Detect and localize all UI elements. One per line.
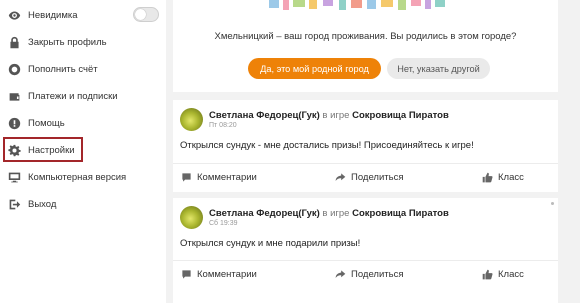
confirm-hometown-button[interactable]: Да, это мой родной город [248,58,381,79]
sidebar-item-label: Пополнить счёт [28,63,98,75]
settings-highlight-box [3,137,83,162]
game-link[interactable]: Сокровища Пиратов [352,208,449,219]
share-button[interactable]: Поделиться [335,269,403,280]
share-label: Поделиться [351,172,404,183]
sidebar-item-top-up[interactable]: Пополнить счёт [0,57,166,81]
author-link[interactable]: Светлана Федорец(Гук) [209,110,320,121]
comments-button[interactable]: Комментарии [181,172,257,183]
share-icon [335,270,346,278]
post-timestamp: Пт 08:20 [209,122,237,129]
like-button[interactable]: Класс [482,269,524,280]
in-game-text: в игре [322,110,350,121]
city-question-text: Хмельницкий – ваш город проживания. Вы р… [214,31,517,42]
sidebar-item-label: Помощь [28,117,65,129]
in-game-text: в игре [322,208,350,219]
sidebar: Невидимка Закрыть профиль Пополнить счёт… [0,0,166,303]
comment-icon [182,270,191,279]
divider [173,260,558,261]
share-label: Поделиться [351,269,404,280]
toggle-knob [135,9,146,20]
sidebar-item-logout[interactable]: Выход [0,192,166,216]
post-text: Открылся сундук и мне подарили призы! [180,238,361,249]
sidebar-item-label: Компьютерная версия [28,171,127,183]
game-link[interactable]: Сокровища Пиратов [352,110,449,121]
sidebar-item-desktop-version[interactable]: Компьютерная версия [0,165,166,189]
sidebar-item-close-profile[interactable]: Закрыть профиль [0,30,166,54]
comments-label: Комментарии [197,269,257,280]
lock-icon [7,35,21,49]
comments-label: Комментарии [197,172,257,183]
post-header: Светлана Федорец(Гук) в игре Сокровища П… [209,110,449,121]
like-button[interactable]: Класс [482,172,524,183]
monitor-icon [7,170,21,184]
sidebar-item-label: Платежи и подписки [28,90,118,102]
share-icon [335,173,346,181]
invisible-toggle[interactable] [133,7,159,22]
banner-illustration [173,0,558,14]
like-icon [482,269,493,280]
avatar[interactable] [180,108,203,131]
like-label: Класс [498,269,524,280]
city-prompt-card: Хмельницкий – ваш город проживания. Вы р… [173,0,558,92]
post-header: Светлана Федорец(Гук) в игре Сокровища П… [209,208,449,219]
sidebar-item-help[interactable]: Помощь [0,111,166,135]
avatar[interactable] [180,206,203,229]
post-text: Открылся сундук - мне достались призы! П… [180,140,474,151]
help-icon [7,116,21,130]
sidebar-item-label: Невидимка [28,9,78,21]
like-icon [482,172,493,183]
comment-icon [182,173,191,182]
sidebar-item-label: Закрыть профиль [28,36,107,48]
feed-post: Светлана Федорец(Гук) в игре Сокровища П… [173,198,558,303]
author-link[interactable]: Светлана Федорец(Гук) [209,208,320,219]
sidebar-item-label: Выход [28,198,57,210]
like-label: Класс [498,172,524,183]
comments-button[interactable]: Комментарии [181,269,257,280]
divider [173,163,558,164]
post-menu-icon[interactable] [551,202,554,205]
wallet-icon [7,89,21,103]
eye-icon [7,8,21,22]
specify-other-city-button[interactable]: Нет, указать другой [387,58,490,79]
logout-icon [7,197,21,211]
share-button[interactable]: Поделиться [335,172,403,183]
post-timestamp: Сб 19:39 [209,220,238,227]
coin-icon [7,62,21,76]
sidebar-item-payments[interactable]: Платежи и подписки [0,84,166,108]
feed-post: Светлана Федорец(Гук) в игре Сокровища П… [173,100,558,192]
